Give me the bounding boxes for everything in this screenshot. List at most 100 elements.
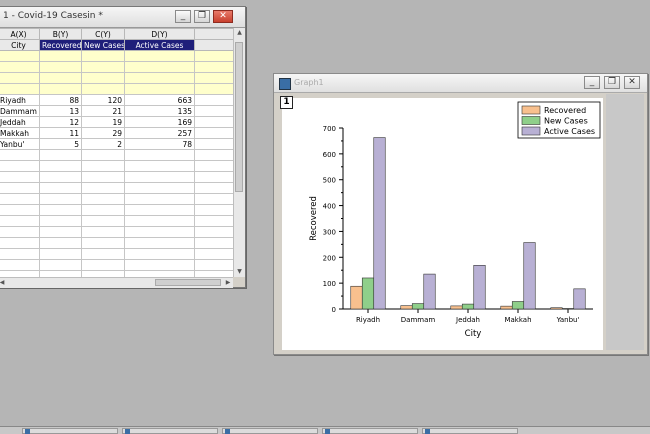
- empty-cell[interactable]: [0, 226, 40, 238]
- bar[interactable]: [511, 301, 525, 310]
- bar[interactable]: [350, 285, 363, 310]
- minimize-button[interactable]: _: [175, 10, 191, 23]
- recovered-cell[interactable]: 11: [39, 127, 82, 139]
- sparkline-cell[interactable]: [124, 72, 195, 84]
- worksheet-window[interactable]: 1 - Covid-19 Casesin * _ ❐ ✕ A(X) B(Y) C…: [0, 6, 246, 288]
- empty-cell[interactable]: [39, 204, 82, 216]
- bar[interactable]: [573, 288, 586, 310]
- empty-cell[interactable]: [0, 215, 40, 227]
- empty-row[interactable]: [0, 160, 233, 172]
- empty-cell[interactable]: [124, 237, 195, 249]
- sparkline-cell[interactable]: [39, 72, 82, 84]
- empty-cell[interactable]: [124, 182, 195, 194]
- empty-row[interactable]: [0, 215, 233, 227]
- empty-cell[interactable]: [81, 149, 125, 161]
- restore-button[interactable]: ❐: [194, 10, 210, 23]
- active-cases-cell[interactable]: 663: [124, 94, 195, 106]
- empty-cell[interactable]: [39, 259, 82, 271]
- empty-cell[interactable]: [124, 248, 195, 260]
- comments-cell[interactable]: [0, 61, 40, 73]
- taskbar-window-item[interactable]: [322, 428, 418, 434]
- empty-cell[interactable]: [194, 94, 233, 106]
- taskbar-window-item[interactable]: [222, 428, 318, 434]
- empty-row[interactable]: [0, 248, 233, 260]
- empty-cell[interactable]: [39, 182, 82, 194]
- empty-cell[interactable]: [124, 226, 195, 238]
- new-cases-cell[interactable]: 29: [81, 127, 125, 139]
- comments-cell[interactable]: [39, 61, 82, 73]
- empty-cell[interactable]: [194, 215, 233, 227]
- city-cell[interactable]: Makkah: [0, 127, 40, 139]
- empty-cell[interactable]: [39, 215, 82, 227]
- close-button[interactable]: ✕: [213, 10, 233, 23]
- bar[interactable]: [473, 265, 486, 310]
- sparkline-cell[interactable]: [81, 72, 125, 84]
- new-cases-cell[interactable]: 2: [81, 138, 125, 150]
- empty-cell[interactable]: [81, 171, 125, 183]
- units-cell[interactable]: [124, 50, 195, 62]
- empty-cell[interactable]: [124, 193, 195, 205]
- comments-cell[interactable]: [124, 61, 195, 73]
- meta-cell[interactable]: [39, 83, 82, 95]
- empty-cell[interactable]: [81, 237, 125, 249]
- scroll-left-icon[interactable]: ◀: [0, 278, 7, 288]
- scroll-right-icon[interactable]: ▶: [223, 278, 233, 288]
- comments-cell[interactable]: [81, 61, 125, 73]
- empty-cell[interactable]: [0, 182, 40, 194]
- empty-row[interactable]: [0, 193, 233, 205]
- bar[interactable]: [461, 303, 475, 310]
- empty-cell[interactable]: [0, 193, 40, 205]
- vertical-scroll-thumb[interactable]: [235, 42, 243, 192]
- meta-cell[interactable]: [194, 83, 233, 95]
- bar-chart[interactable]: 0 100 200 300 400 500 600 700 Riyadh Dammam Jeddah…: [282, 98, 603, 350]
- empty-cell[interactable]: [39, 149, 82, 161]
- empty-cell[interactable]: [81, 259, 125, 271]
- recovered-cell[interactable]: 88: [39, 94, 82, 106]
- column-header-c[interactable]: C(Y): [81, 28, 125, 40]
- active-cases-cell[interactable]: 135: [124, 105, 195, 117]
- bar[interactable]: [550, 307, 563, 310]
- graph-window[interactable]: Graph1 _ ❐ ✕ 0 100 200 300 400 500 600 700 Riyad…: [273, 73, 648, 355]
- empty-cell[interactable]: [124, 160, 195, 172]
- empty-cell[interactable]: [194, 259, 233, 271]
- empty-cell[interactable]: [194, 182, 233, 194]
- empty-cell[interactable]: [81, 193, 125, 205]
- empty-cell[interactable]: [194, 127, 233, 139]
- graph-page[interactable]: 0 100 200 300 400 500 600 700 Riyadh Dammam Jeddah…: [282, 98, 603, 350]
- graph-restore-button[interactable]: ❐: [604, 76, 620, 89]
- empty-cell[interactable]: [194, 171, 233, 183]
- worksheet-grid[interactable]: A(X) B(Y) C(Y) D(Y) City Recovered New C…: [0, 28, 233, 277]
- empty-row[interactable]: [0, 237, 233, 249]
- scroll-down-icon[interactable]: ▼: [234, 267, 245, 277]
- graph-minimize-button[interactable]: _: [584, 76, 600, 89]
- empty-cell[interactable]: [39, 248, 82, 260]
- table-row[interactable]: Dammam 13 21 135: [0, 105, 233, 117]
- empty-cell[interactable]: [0, 149, 40, 161]
- taskbar-window-item[interactable]: [422, 428, 518, 434]
- new-cases-cell[interactable]: 21: [81, 105, 125, 117]
- meta-cell[interactable]: [0, 83, 40, 95]
- empty-cell[interactable]: [0, 248, 40, 260]
- empty-cell[interactable]: [0, 204, 40, 216]
- column-header-d[interactable]: D(Y): [124, 28, 195, 40]
- city-cell[interactable]: Riyadh: [0, 94, 40, 106]
- table-row[interactable]: Riyadh 88 120 663: [0, 94, 233, 106]
- empty-cell[interactable]: [194, 160, 233, 172]
- recovered-cell[interactable]: 13: [39, 105, 82, 117]
- horizontal-scrollbar[interactable]: ◀ ▶: [0, 277, 233, 288]
- empty-cell[interactable]: [124, 171, 195, 183]
- graph-close-button[interactable]: ✕: [624, 76, 640, 89]
- long-name-c[interactable]: New Cases: [81, 39, 125, 51]
- empty-cell[interactable]: [194, 149, 233, 161]
- scroll-up-icon[interactable]: ▲: [234, 28, 245, 38]
- active-cases-cell[interactable]: 78: [124, 138, 195, 150]
- empty-cell[interactable]: [81, 160, 125, 172]
- meta-cell[interactable]: [81, 83, 125, 95]
- taskbar-window-item[interactable]: [122, 428, 218, 434]
- empty-cell[interactable]: [194, 116, 233, 128]
- layer-tab[interactable]: 1: [280, 96, 293, 109]
- long-name-b[interactable]: Recovered: [39, 39, 82, 51]
- table-row[interactable]: Yanbu' 5 2 78: [0, 138, 233, 150]
- new-cases-cell[interactable]: 19: [81, 116, 125, 128]
- table-row[interactable]: Makkah 11 29 257: [0, 127, 233, 139]
